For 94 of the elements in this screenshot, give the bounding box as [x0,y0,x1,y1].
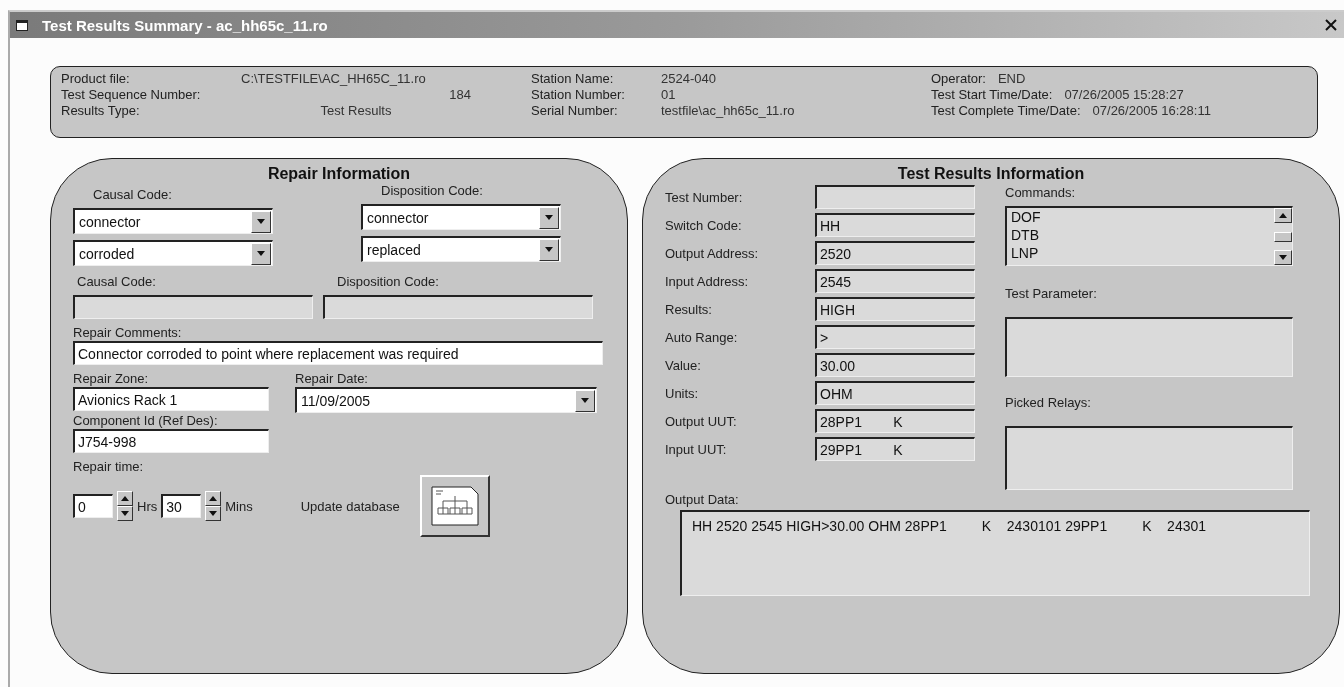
summary-value: Test Results [319,103,393,118]
summary-label: Operator: [931,71,986,86]
summary-value: END [997,71,1026,86]
field-label: Switch Code: [665,217,743,233]
unit-label: Mins [225,498,253,514]
field-label: Repair Comments: [73,325,183,340]
up-arrow-icon [209,496,218,501]
field-label: Repair Zone: [73,371,150,386]
field-label: Picked Relays: [1005,395,1092,410]
dropdown[interactable]: connector [73,208,273,234]
down-arrow-icon [257,219,265,224]
down-arrow-icon [121,511,129,516]
commands-list[interactable]: DOF DTB LNP [1005,206,1293,266]
down-arrow-icon [581,398,589,403]
summary-value: C:\TESTFILE\AC_HH65C_11.ro [240,71,427,86]
summary-label: Station Name: [531,71,615,86]
field-label: Component Id (Ref Des): [73,413,219,428]
down-arrow-icon [257,251,265,256]
input-field[interactable]: J754-998 [73,429,269,453]
close-icon[interactable] [1324,18,1338,32]
field-label: Disposition Code: [337,274,439,289]
input-field[interactable]: > [815,325,975,349]
up-arrow-icon [121,496,129,501]
summary-value: 07/26/2005 16:28:11 [1092,103,1211,118]
field-label: Causal Code: [77,274,156,289]
down-arrow-icon [209,511,218,516]
input-field[interactable]: 2520 [815,241,975,265]
input-field[interactable]: OHM [815,381,975,405]
down-arrow-icon [545,247,553,252]
dropdown[interactable]: corroded [73,240,273,266]
field-label: Commands: [1005,185,1077,200]
field-label: Value: [665,357,702,373]
field-label: Results: [665,301,713,317]
summary-label: Test Sequence Number: [61,87,202,102]
spin-buttons[interactable] [117,491,133,521]
update-database-button[interactable] [419,475,490,537]
output-data-field[interactable]: HH 2520 2545 HIGH>30.00 OHM 28PP1 K 2430101 29PP1 K 24301 [680,510,1310,596]
summary-value: testfile\ac_hh65c_11.ro [660,103,796,118]
input-field[interactable] [1005,317,1293,377]
up-arrow-icon [1279,213,1287,218]
list-item[interactable]: LNP [1011,244,1274,262]
field-label: Input UUT: [665,441,728,457]
summary-label: Station Number: [531,87,626,102]
field-label: Test Number: [665,189,744,205]
input-field[interactable]: 2545 [815,269,975,293]
input-field[interactable]: 30.00 [815,353,975,377]
summary-value: 01 [660,87,677,102]
panel-title: Test Results Information [897,165,1085,183]
input-field[interactable] [1005,426,1293,490]
field-label: Units: [665,385,700,401]
input-field[interactable]: Avionics Rack 1 [73,387,269,411]
date-picker[interactable]: 11/09/2005 [295,387,597,413]
summary-value: 184 [448,87,471,102]
field-label: Disposition Code: [381,183,483,198]
summary-label: Test Complete Time/Date: [931,103,1081,118]
input-field[interactable]: 0 [73,494,113,518]
input-field[interactable] [323,295,593,319]
input-field[interactable]: HIGH [815,297,975,321]
summary-value: 07/26/2005 15:28:27 [1064,87,1184,102]
input-field[interactable]: Connector corroded to point where replacement was required [73,341,603,365]
dropdown[interactable]: replaced [361,236,561,262]
unit-label: Hrs [137,498,158,514]
input-field[interactable]: HH [815,213,975,237]
input-field[interactable]: 30 [161,494,202,518]
down-arrow-icon [545,215,553,220]
window-icon [16,19,28,31]
field-label: Repair time: [73,459,145,474]
spin-buttons[interactable] [205,491,222,521]
list-item[interactable]: DTB [1011,226,1274,244]
scroll-bar[interactable] [1274,208,1292,265]
field-label: Input Address: [665,273,750,289]
input-field[interactable] [815,185,975,209]
field-label: Output UUT: [665,413,738,429]
window-title: Test Results Summary - ac_hh65c_11.ro [42,16,329,34]
input-field[interactable]: 29PP1 K [815,437,975,461]
summary-label: Test Start Time/Date: [931,87,1053,102]
field-label: Test Parameter: [1005,286,1098,301]
summary-label: Serial Number: [531,103,619,118]
field-label: Output Data: [665,492,740,507]
dropdown[interactable]: connector [361,204,561,230]
panel-title: Repair Information [267,165,411,183]
summary-label: Results Type: [61,103,141,118]
button-label: Update database [300,498,400,514]
hierarchy-document-icon [430,486,479,526]
field-label: Causal Code: [93,187,172,202]
down-arrow-icon [1279,255,1287,260]
field-label: Auto Range: [665,329,739,345]
input-field[interactable]: 28PP1 K [815,409,975,433]
list-item[interactable]: DOF [1011,208,1274,226]
field-label: Repair Date: [295,371,369,386]
input-field[interactable] [73,295,313,319]
field-label: Output Address: [665,245,760,261]
summary-label: Product file: [61,71,131,86]
summary-value: 2524-040 [660,71,717,86]
